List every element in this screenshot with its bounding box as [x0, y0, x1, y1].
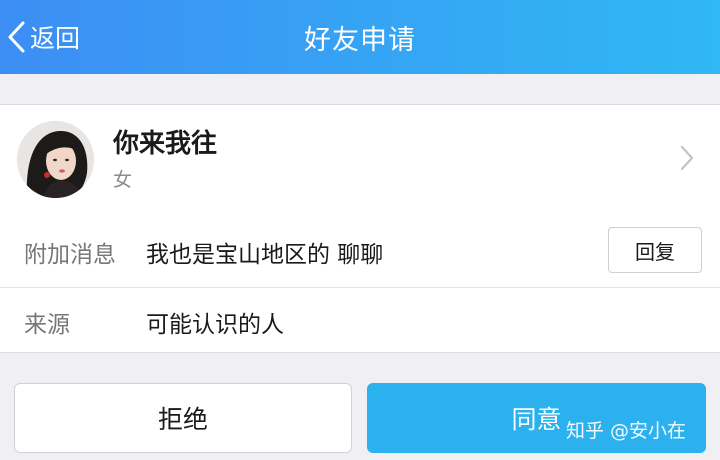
reject-button[interactable]: 拒绝 — [14, 383, 352, 453]
page-title: 好友申请 — [304, 24, 416, 56]
detail-row-source: 来源 可能认识的人 — [0, 288, 720, 353]
source-label: 来源 — [24, 312, 70, 338]
detail-row-message: 附加消息 我也是宝山地区的 聊聊 回复 — [0, 213, 720, 288]
reply-button[interactable]: 回复 — [608, 227, 702, 273]
watermark: 知乎 @安小在 — [566, 420, 687, 442]
contact-name: 你来我往 — [113, 129, 218, 159]
contact-gender: 女 — [113, 169, 133, 191]
message-value: 我也是宝山地区的 聊聊 — [146, 242, 384, 268]
message-label: 附加消息 — [24, 242, 116, 268]
avatar[interactable] — [17, 121, 94, 198]
profile-card[interactable]: 你来我往 女 — [0, 104, 720, 214]
nav-bar: 返回 好友申请 — [0, 0, 720, 74]
source-value: 可能认识的人 — [146, 312, 284, 338]
chevron-right-icon — [680, 145, 694, 175]
